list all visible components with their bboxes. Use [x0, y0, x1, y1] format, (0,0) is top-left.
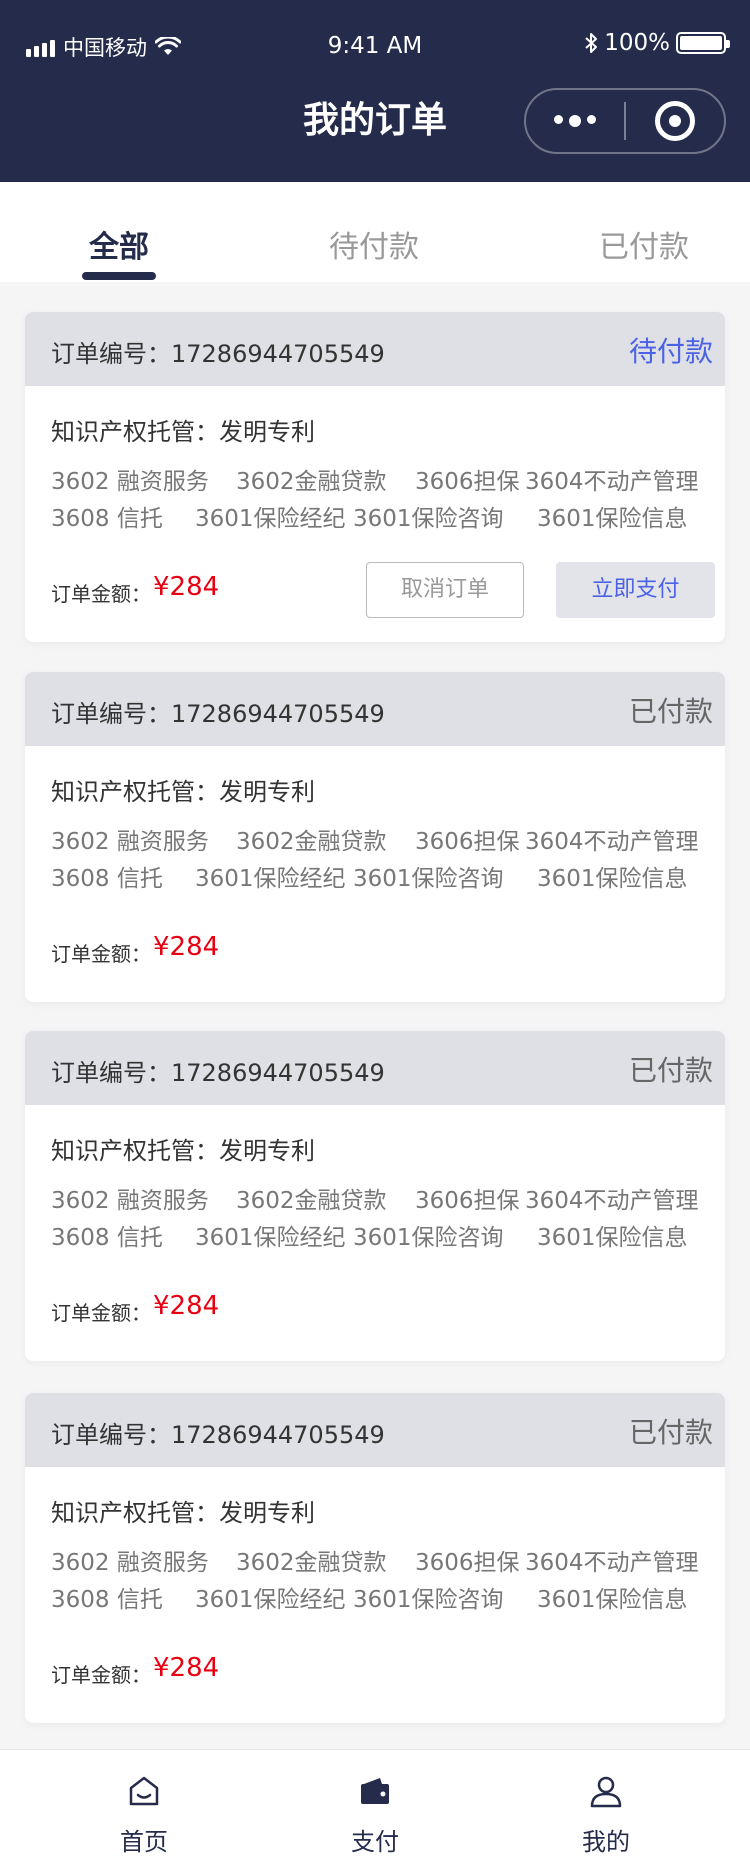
service-tag: 3608 信托: [51, 506, 163, 532]
order-card[interactable]: 订单编号：17286944705549 待付款 知识产权托管：发明专利 3602…: [25, 312, 725, 642]
amount-label: 订单金额：: [51, 1663, 151, 1687]
status-right: 100%: [584, 30, 730, 56]
service-tag: 3602 融资服务: [51, 1550, 209, 1576]
order-status: 待付款: [628, 335, 713, 368]
service-tag: 3604不动产管理: [525, 469, 699, 495]
pay-now-button[interactable]: 立即支付: [556, 562, 715, 618]
service-tag: 3602金融贷款: [236, 1550, 387, 1576]
amount-value: ¥284: [153, 572, 220, 602]
service-tag: 3601保险咨询: [353, 1587, 504, 1613]
service-tag: 3601保险经纪: [195, 506, 346, 532]
order-number: 订单编号：17286944705549: [51, 340, 385, 368]
service-tag: 3606担保: [415, 469, 520, 495]
service-tag: 3606担保: [415, 1188, 520, 1214]
close-program-icon[interactable]: [626, 101, 724, 141]
service-tag: 3601保险信息: [537, 866, 688, 892]
service-tag: 3601保险咨询: [353, 506, 504, 532]
tabbar-label: 支付: [351, 1828, 399, 1856]
tab-active-indicator: [82, 272, 156, 280]
tabbar-label: 首页: [120, 1828, 168, 1856]
order-status: 已付款: [628, 695, 713, 728]
order-card[interactable]: 订单编号：17286944705549 已付款 知识产权托管：发明专利 3602…: [25, 672, 725, 1002]
service-tag: 3608 信托: [51, 1587, 163, 1613]
service-tag: 3602金融贷款: [236, 829, 387, 855]
service-tag: 3606担保: [415, 829, 520, 855]
tabbar-label: 我的: [582, 1828, 630, 1856]
service-title: 知识产权托管：发明专利: [51, 778, 315, 806]
app-header: 中国移动 9:41 AM 100% 我的订单: [0, 0, 750, 182]
amount-label: 订单金额：: [51, 1301, 151, 1325]
bluetooth-icon: [585, 33, 598, 53]
bottom-tabbar: 首页 支付 我的: [0, 1749, 750, 1873]
service-tag: 3601保险经纪: [195, 1587, 346, 1613]
service-tag: 3601保险经纪: [195, 1225, 346, 1251]
order-tabs: 全部 待付款 已付款: [0, 182, 750, 282]
service-tag: 3602 融资服务: [51, 829, 209, 855]
service-title: 知识产权托管：发明专利: [51, 418, 315, 446]
service-tag: 3608 信托: [51, 866, 163, 892]
service-tag: 3604不动产管理: [525, 1188, 699, 1214]
status-bar: 中国移动 9:41 AM 100%: [0, 0, 750, 96]
service-tag: 3601保险信息: [537, 1225, 688, 1251]
service-tag: 3602 融资服务: [51, 1188, 209, 1214]
tabbar-item-pay[interactable]: 支付: [295, 1750, 455, 1873]
service-tag: 3601保险信息: [537, 1587, 688, 1613]
tabbar-item-mine[interactable]: 我的: [526, 1750, 686, 1873]
order-number: 订单编号：17286944705549: [51, 700, 385, 728]
amount-value: ¥284: [153, 1653, 220, 1683]
battery-icon: [676, 32, 730, 54]
tab-paid[interactable]: 已付款: [599, 222, 689, 266]
home-icon: [129, 1776, 159, 1806]
order-card-header: 订单编号：17286944705549 已付款: [25, 1031, 725, 1105]
service-tag: 3604不动产管理: [525, 1550, 699, 1576]
more-menu-icon[interactable]: [526, 115, 624, 127]
order-status: 已付款: [628, 1054, 713, 1087]
service-tag: 3602 融资服务: [51, 469, 209, 495]
cancel-order-button[interactable]: 取消订单: [366, 562, 524, 618]
amount-label: 订单金额：: [51, 582, 151, 606]
tab-all[interactable]: 全部: [89, 222, 149, 266]
service-tag: 3608 信托: [51, 1225, 163, 1251]
order-number: 订单编号：17286944705549: [51, 1421, 385, 1449]
service-title: 知识产权托管：发明专利: [51, 1137, 315, 1165]
service-tag: 3602金融贷款: [236, 1188, 387, 1214]
order-card[interactable]: 订单编号：17286944705549 已付款 知识产权托管：发明专利 3602…: [25, 1393, 725, 1723]
user-icon: [590, 1776, 622, 1808]
service-tag: 3601保险咨询: [353, 1225, 504, 1251]
service-tag: 3601保险经纪: [195, 866, 346, 892]
service-title: 知识产权托管：发明专利: [51, 1499, 315, 1527]
service-tag: 3601保险信息: [537, 506, 688, 532]
order-card-header: 订单编号：17286944705549 待付款: [25, 312, 725, 386]
service-tag: 3606担保: [415, 1550, 520, 1576]
service-tag: 3604不动产管理: [525, 829, 699, 855]
order-card[interactable]: 订单编号：17286944705549 已付款 知识产权托管：发明专利 3602…: [25, 1031, 725, 1361]
service-tag: 3602金融贷款: [236, 469, 387, 495]
tab-pending[interactable]: 待付款: [329, 222, 419, 266]
battery-label: 100%: [604, 30, 670, 56]
wallet-icon: [361, 1778, 389, 1804]
amount-value: ¥284: [153, 932, 220, 962]
order-card-header: 订单编号：17286944705549 已付款: [25, 1393, 725, 1467]
mini-program-capsule: [524, 88, 726, 154]
order-status: 已付款: [628, 1416, 713, 1449]
amount-label: 订单金额：: [51, 942, 151, 966]
order-card-header: 订单编号：17286944705549 已付款: [25, 672, 725, 746]
amount-value: ¥284: [153, 1291, 220, 1321]
order-number: 订单编号：17286944705549: [51, 1059, 385, 1087]
tabbar-item-home[interactable]: 首页: [64, 1750, 224, 1873]
service-tag: 3601保险咨询: [353, 866, 504, 892]
